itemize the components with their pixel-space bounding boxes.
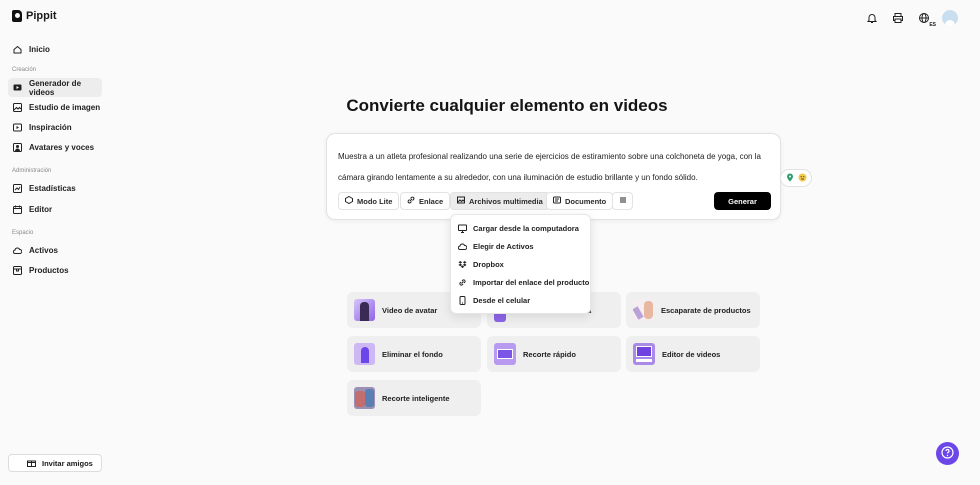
sidebar-item-statistics[interactable]: Estadísticas xyxy=(8,179,102,198)
phone-icon xyxy=(458,295,467,305)
tool-card-product-showcase[interactable]: Escaparate de productos xyxy=(626,292,760,328)
sidebar-item-home[interactable]: Inicio xyxy=(8,40,102,59)
help-button[interactable] xyxy=(936,442,959,465)
cloud-icon xyxy=(13,246,22,255)
dropdown-item-label: Elegir de Activos xyxy=(473,241,534,251)
document-button[interactable]: Documento xyxy=(546,192,614,210)
lite-mode-label: Modo Lite xyxy=(357,196,393,206)
printer-icon[interactable] xyxy=(890,10,906,26)
tool-card-smart-cut[interactable]: Recorte inteligente xyxy=(347,380,481,416)
sliders-icon xyxy=(619,196,627,206)
sidebar-item-inspiration[interactable]: Inspiración xyxy=(8,118,102,137)
document-label: Documento xyxy=(565,196,607,206)
question-icon xyxy=(941,446,954,461)
tool-card-label: Video de avatar xyxy=(382,305,438,315)
dropdown-item-label: Importar del enlace del producto xyxy=(473,277,590,287)
avatar[interactable] xyxy=(942,10,958,26)
video-editor-thumbnail xyxy=(633,343,655,365)
sidebar-item-video-generator[interactable]: Generador de videos xyxy=(8,78,102,97)
sidebar-item-products[interactable]: Productos xyxy=(8,261,102,280)
app-logo[interactable]: Pippit xyxy=(12,10,57,22)
remove-background-thumbnail xyxy=(354,343,375,365)
tool-card-label: Escaparate de productos xyxy=(661,305,751,315)
tool-card-remove-background[interactable]: Eliminar el fondo xyxy=(347,336,481,372)
cube-icon xyxy=(345,195,353,206)
link-button[interactable]: Enlace xyxy=(400,192,451,210)
tool-card-label: Eliminar el fondo xyxy=(382,349,443,359)
app-name: Pippit xyxy=(26,10,57,22)
document-icon xyxy=(553,196,561,206)
media-files-label: Archivos multimedia xyxy=(469,196,543,206)
monitor-icon xyxy=(458,224,467,233)
section-label-admin: Administración xyxy=(12,168,52,174)
sidebar-item-label: Editor xyxy=(29,205,53,214)
sidebar-item-avatars[interactable]: Avatares y voces xyxy=(8,138,102,157)
location-pin-icon xyxy=(786,173,794,184)
sidebar-item-editor[interactable]: Editor xyxy=(8,200,102,219)
emoji-icon xyxy=(798,173,807,184)
floating-assistant-badge[interactable] xyxy=(780,169,812,187)
image-icon xyxy=(457,196,465,206)
top-actions: ES xyxy=(864,10,958,28)
sidebar-item-label: Activos xyxy=(29,246,58,255)
section-label-space: Espacio xyxy=(12,230,34,236)
invite-label: Invitar amigos xyxy=(42,458,93,468)
sidebar-item-label: Estadísticas xyxy=(29,184,76,193)
tool-card-video-editor[interactable]: Editor de videos xyxy=(626,336,760,372)
gift-icon xyxy=(27,458,36,469)
pippit-logo-icon xyxy=(12,10,22,22)
play-icon xyxy=(13,123,22,132)
tool-card-label: Editor de videos xyxy=(662,349,721,359)
prompt-textarea[interactable]: Muestra a un atleta profesional realizan… xyxy=(338,146,766,188)
sidebar-item-label: Avatares y voces xyxy=(29,143,95,152)
dropdown-item-label: Dropbox xyxy=(473,259,504,269)
sidebar-item-label: Inspiración xyxy=(29,123,72,132)
dropdown-item-from-phone[interactable]: Desde el celular xyxy=(458,292,530,308)
top-bar: Pippit ES xyxy=(0,0,980,36)
language-badge: ES xyxy=(929,22,936,28)
globe-icon[interactable]: ES xyxy=(916,10,936,28)
quick-cut-thumbnail xyxy=(494,343,516,365)
box-icon xyxy=(13,266,22,275)
page-title: Convierte cualquier elemento en videos xyxy=(346,96,668,115)
tool-card-label: Recorte inteligente xyxy=(382,393,450,403)
media-files-dropdown: Cargar desde la computadora Elegir de Ac… xyxy=(450,214,591,314)
dropdown-item-label: Desde el celular xyxy=(473,295,531,305)
dropdown-item-choose-assets[interactable]: Elegir de Activos xyxy=(458,238,534,254)
cloud-icon xyxy=(458,242,467,251)
dropdown-item-upload-computer[interactable]: Cargar desde la computadora xyxy=(458,220,579,236)
sidebar-item-assets[interactable]: Activos xyxy=(8,241,102,260)
invite-friends-button[interactable]: Invitar amigos xyxy=(8,454,102,472)
sidebar-item-label: Productos xyxy=(29,266,69,275)
product-showcase-thumbnail xyxy=(633,299,654,321)
smart-cut-thumbnail xyxy=(354,387,375,409)
generate-button[interactable]: Generar xyxy=(714,192,771,210)
sidebar-item-label: Generador de videos xyxy=(29,78,82,97)
avatar-icon xyxy=(13,143,22,152)
sidebar-item-label: Inicio xyxy=(29,45,50,54)
tool-card-label: Recorte rápido xyxy=(523,349,576,359)
avatar-video-thumbnail xyxy=(354,299,375,321)
bell-icon[interactable] xyxy=(864,10,880,26)
dropdown-item-dropbox[interactable]: Dropbox xyxy=(458,256,504,272)
prompt-card: Muestra a un atleta profesional realizan… xyxy=(326,133,781,220)
chart-icon xyxy=(13,184,22,193)
video-icon xyxy=(13,83,22,92)
calendar-icon xyxy=(13,205,22,214)
link-icon xyxy=(407,196,415,206)
section-label-creation: Creación xyxy=(12,67,37,73)
tool-card-quick-cut[interactable]: Recorte rápido xyxy=(487,336,621,372)
dropdown-item-label: Cargar desde la computadora xyxy=(473,223,579,233)
dropdown-item-import-product-link[interactable]: Importar del enlace del producto xyxy=(458,274,589,290)
media-files-button[interactable]: Archivos multimedia xyxy=(450,192,550,210)
link-icon xyxy=(458,278,467,287)
lite-mode-button[interactable]: Modo Lite xyxy=(338,192,400,210)
home-icon xyxy=(13,45,22,54)
link-label: Enlace xyxy=(419,196,444,206)
settings-button[interactable] xyxy=(612,192,633,210)
dropbox-icon xyxy=(458,260,467,269)
